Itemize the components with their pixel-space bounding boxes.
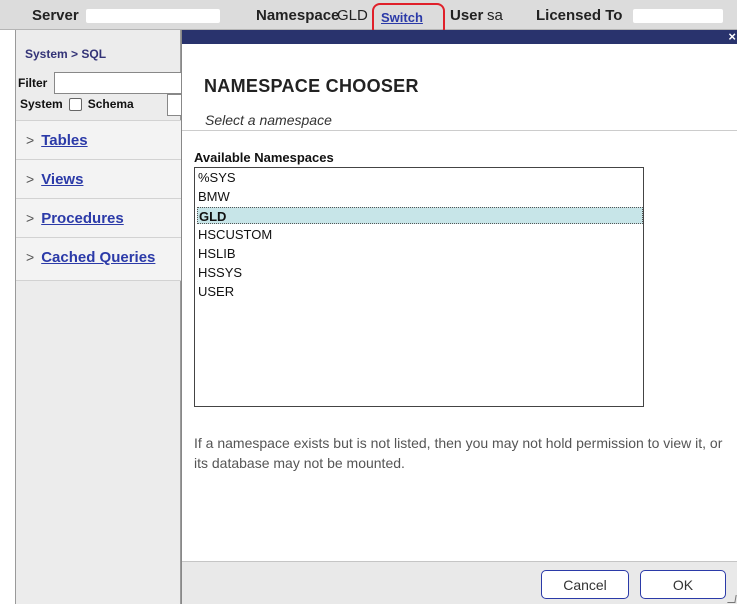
list-item-selected[interactable]: GLD: [197, 207, 643, 224]
namespace-listbox[interactable]: %SYS BMW GLD HSCUSTOM HSLIB HSSYS USER: [194, 167, 644, 407]
sidebar-item-label: Views: [41, 170, 84, 188]
list-item[interactable]: USER: [197, 283, 643, 300]
user-value: sa: [487, 7, 503, 24]
close-icon[interactable]: ×: [728, 29, 736, 44]
licensed-to-label: Licensed To: [536, 7, 623, 24]
chevron-right-icon: >: [26, 210, 35, 226]
chevron-right-icon: >: [26, 132, 35, 148]
chevron-right-icon: >: [26, 171, 35, 187]
list-item[interactable]: HSCUSTOM: [197, 226, 643, 243]
sidebar-item-label: Procedures: [41, 209, 124, 227]
server-value-redacted: [86, 9, 220, 23]
list-item[interactable]: %SYS: [197, 169, 643, 186]
dialog-footer: Cancel OK: [182, 561, 737, 604]
system-label: System: [20, 97, 63, 111]
filter-input[interactable]: [54, 72, 184, 94]
system-checkbox[interactable]: [68, 97, 82, 111]
user-label: User: [450, 7, 484, 24]
list-item[interactable]: HSLIB: [197, 245, 643, 262]
licensed-to-value-redacted: [633, 9, 723, 23]
namespace-chooser-dialog: × NAMESPACE CHOOSER Select a namespace A…: [181, 29, 737, 604]
list-item[interactable]: HSSYS: [197, 264, 643, 281]
top-header-bar: Server Namespace GLD Switch User sa Lice…: [0, 0, 737, 37]
schema-label: Schema: [87, 97, 134, 111]
sidebar-item-label: Tables: [41, 131, 88, 149]
dialog-subtitle: Select a namespace: [205, 112, 332, 128]
dialog-title: NAMESPACE CHOOSER: [204, 76, 419, 96]
resize-grip-icon[interactable]: [727, 595, 737, 603]
available-namespaces-label: Available Namespaces: [194, 150, 334, 165]
server-label: Server: [32, 7, 79, 24]
sidebar-item-views[interactable]: > Views: [16, 159, 181, 198]
ok-button[interactable]: OK: [640, 570, 726, 599]
sidebar-item-procedures[interactable]: > Procedures: [16, 198, 181, 237]
namespace-label: Namespace: [256, 7, 340, 24]
sidebar-nav: > Tables > Views > Procedures > Cached Q…: [16, 120, 181, 280]
cancel-button[interactable]: Cancel: [541, 570, 629, 599]
divider: [16, 280, 181, 281]
dialog-header: NAMESPACE CHOOSER Select a namespace: [182, 44, 737, 131]
permission-note: If a namespace exists but is not listed,…: [194, 435, 723, 471]
system-schema-row: System Schema: [20, 97, 134, 111]
dialog-titlebar[interactable]: ×: [182, 29, 737, 44]
sidebar-item-cached-queries[interactable]: > Cached Queries: [16, 237, 181, 276]
sidebar-item-label: Cached Queries: [41, 248, 156, 266]
filter-label: Filter: [18, 76, 48, 90]
chevron-right-icon: >: [26, 249, 35, 265]
namespace-value: GLD: [337, 7, 368, 24]
list-item[interactable]: BMW: [197, 188, 643, 205]
breadcrumb[interactable]: System > SQL: [25, 47, 106, 61]
left-panel: System > SQL Filter System Schema > Tabl…: [15, 30, 187, 604]
sidebar-item-tables[interactable]: > Tables: [16, 120, 181, 159]
